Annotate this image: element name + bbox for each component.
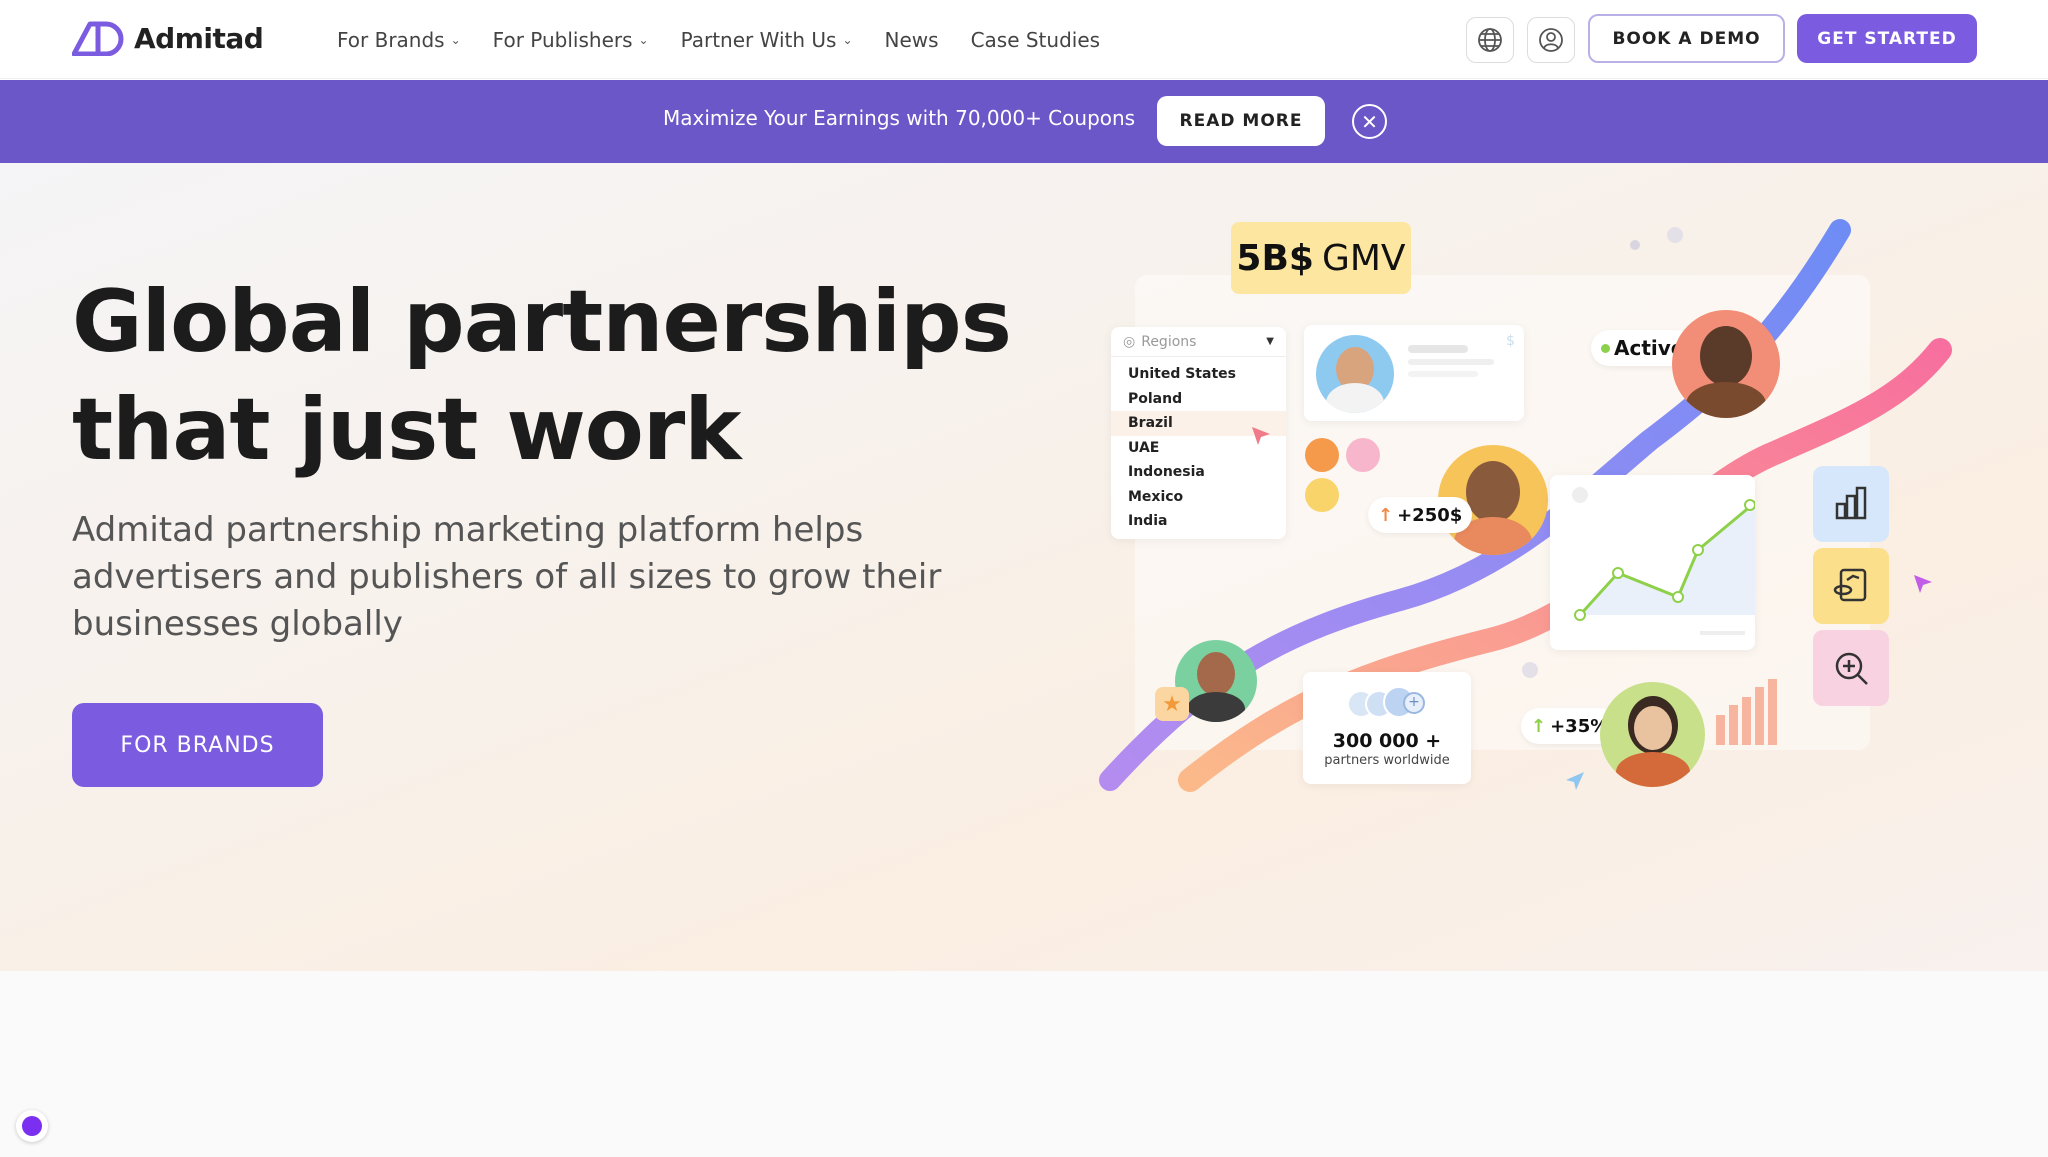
- main-menu: For Brands ⌄ For Publishers ⌄ Partner Wi…: [337, 0, 1100, 79]
- chevron-down-icon: ⌄: [450, 32, 461, 47]
- menu-label: For Publishers: [492, 27, 633, 52]
- menu-partner-with-us[interactable]: Partner With Us ⌄: [681, 28, 853, 52]
- plus-icon: [1305, 478, 1339, 512]
- hero-title-line2: that just work: [72, 380, 741, 480]
- region-item[interactable]: Indonesia: [1111, 460, 1286, 485]
- top-nav: Admitad For Brands ⌄ For Publishers ⌄ Pa…: [0, 0, 2048, 79]
- line-chart: [1572, 487, 1759, 635]
- earnings-badge: ↑ +250$: [1368, 497, 1473, 533]
- chat-widget-button[interactable]: [16, 1110, 48, 1142]
- menu-label: Partner With Us: [680, 27, 837, 52]
- avatar: [1316, 335, 1394, 413]
- menu-news[interactable]: News: [885, 28, 939, 52]
- gmv-value: 5B$: [1236, 237, 1314, 279]
- chat-icon: [22, 1116, 42, 1136]
- partners-card: + 300 000 + partners worldwide: [1303, 672, 1471, 784]
- phone-icon: [1305, 438, 1339, 472]
- zoom-in-icon: [1813, 630, 1889, 706]
- menu-for-publishers[interactable]: For Publishers ⌄: [493, 28, 649, 52]
- logo-text: Admitad: [134, 21, 264, 55]
- hero-title-line1: Global partnerships: [72, 272, 1012, 372]
- promo-banner: Maximize Your Earnings with 70,000+ Coup…: [0, 80, 2048, 163]
- book-demo-button[interactable]: BOOK A DEMO: [1588, 14, 1785, 63]
- partners-group-icon: +: [1347, 686, 1427, 718]
- language-button[interactable]: [1466, 17, 1514, 63]
- menu-case-studies[interactable]: Case Studies: [971, 28, 1101, 52]
- banner-text: Maximize Your Earnings with 70,000+ Coup…: [663, 106, 1136, 130]
- chevron-down-icon: ⌄: [638, 32, 649, 47]
- partners-caption: partners worldwide: [1324, 753, 1450, 768]
- cursor-icon: [1914, 575, 1932, 593]
- region-item[interactable]: United States: [1111, 362, 1286, 387]
- cursor-icon: [1566, 772, 1584, 790]
- regions-header: ◎ Regions ▼: [1111, 327, 1286, 357]
- region-item[interactable]: India: [1111, 509, 1286, 534]
- arrow-up-icon: ↑: [1378, 504, 1394, 526]
- globe-icon: [1478, 28, 1502, 52]
- earnings-value: +250$: [1397, 504, 1463, 526]
- line-chart-card: [1550, 475, 1759, 650]
- minus-icon: [1346, 438, 1380, 472]
- admitad-logo-icon: [72, 21, 124, 56]
- arrow-up-icon: ↑: [1531, 715, 1547, 737]
- menu-for-brands[interactable]: For Brands ⌄: [337, 28, 461, 52]
- region-item[interactable]: Poland: [1111, 387, 1286, 412]
- mini-bar-chart: [1716, 679, 1777, 745]
- gmv-badge: 5B$ GMV: [1231, 222, 1411, 294]
- get-started-button[interactable]: GET STARTED: [1797, 14, 1977, 63]
- logo[interactable]: Admitad: [72, 20, 264, 56]
- avatar: [1600, 682, 1705, 787]
- menu-label: Case Studies: [970, 27, 1101, 52]
- status-dot-icon: [1601, 343, 1610, 353]
- close-icon[interactable]: ✕: [1352, 104, 1387, 139]
- menu-label: News: [884, 27, 939, 52]
- account-button[interactable]: [1527, 17, 1575, 63]
- for-brands-button[interactable]: FOR BRANDS: [72, 703, 323, 787]
- partners-count: 300 000 +: [1332, 730, 1442, 752]
- hero-illustration: ◎ Regions ▼ United States Poland Brazil …: [1090, 200, 1970, 820]
- currency-symbol: $: [1506, 333, 1515, 349]
- menu-label: For Brands: [337, 27, 445, 52]
- profile-card: $: [1304, 325, 1524, 421]
- user-icon: [1539, 28, 1563, 52]
- regions-label: Regions: [1141, 333, 1197, 350]
- chevron-down-icon: ⌄: [842, 32, 853, 47]
- bar-chart-icon: [1813, 466, 1889, 542]
- cursor-icon: [1252, 427, 1270, 445]
- gmv-label: GMV: [1321, 237, 1406, 279]
- report-icon: [1813, 548, 1889, 624]
- lower-section: [0, 971, 2048, 1157]
- globe-icon: ◎: [1123, 333, 1136, 350]
- region-item[interactable]: Mexico: [1111, 485, 1286, 510]
- hero-title: Global partnerships that just work: [72, 268, 1032, 484]
- star-icon: ★: [1155, 687, 1189, 721]
- hero-subtitle: Admitad partnership marketing platform h…: [72, 510, 942, 644]
- avatar: [1672, 310, 1780, 418]
- caret-down-icon: ▼: [1266, 336, 1274, 347]
- read-more-button[interactable]: READ MORE: [1157, 96, 1325, 146]
